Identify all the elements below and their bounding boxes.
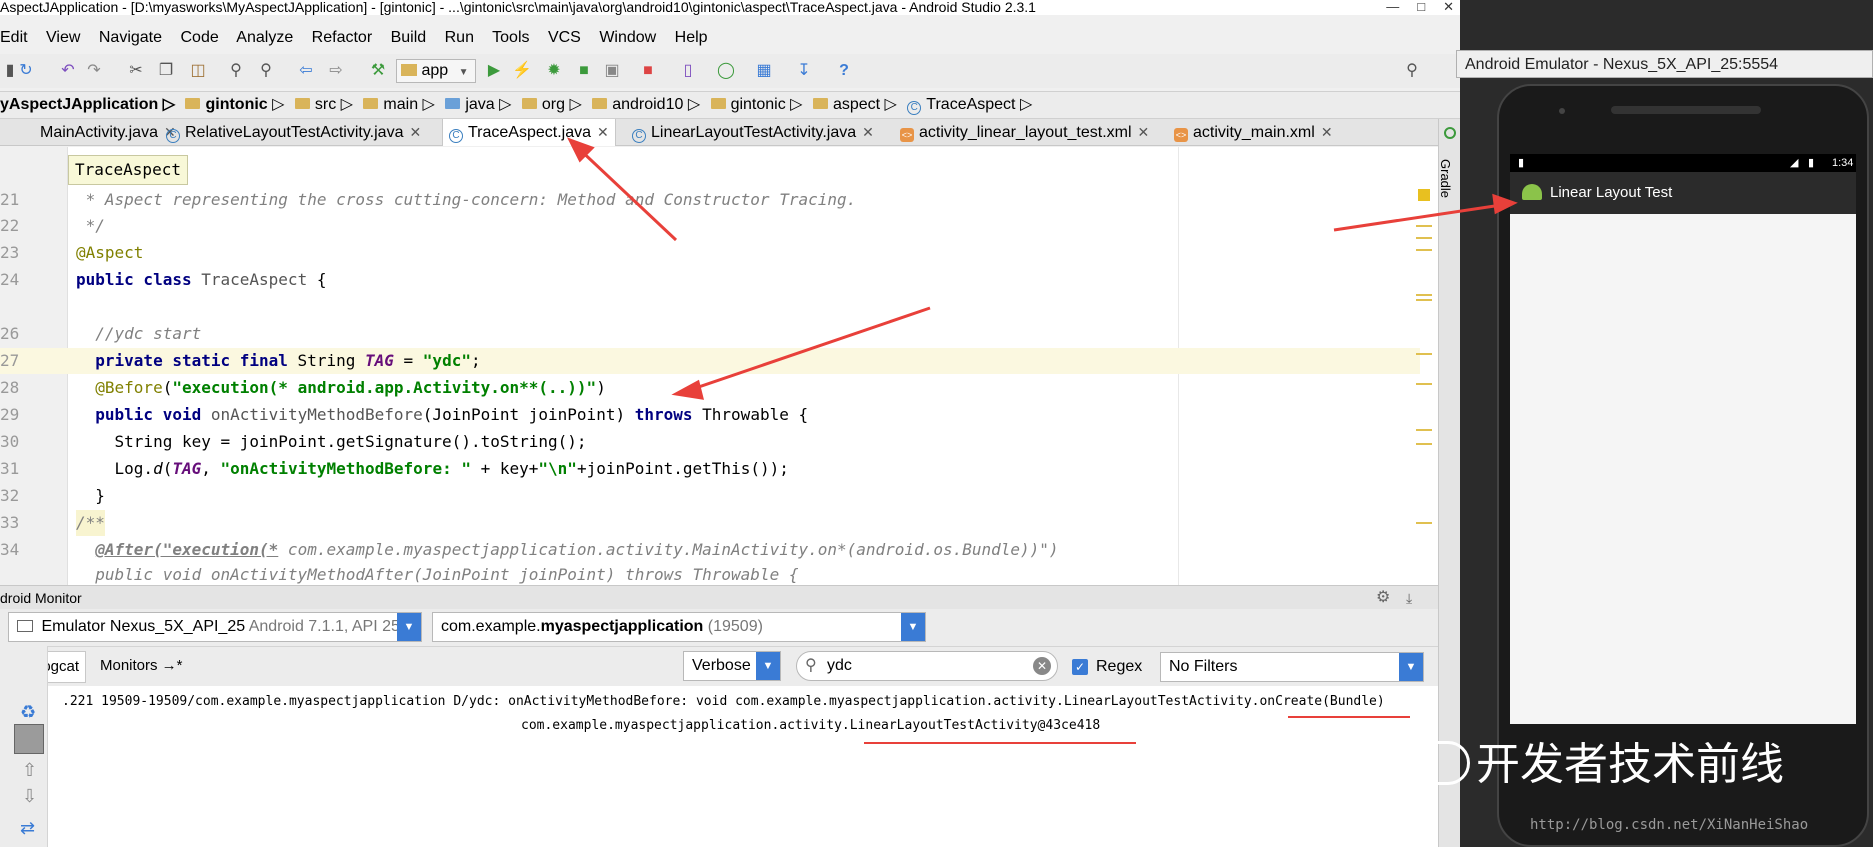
annotation-arrows	[566, 137, 1518, 400]
arrow-to-before	[683, 306, 931, 394]
arrow-to-emulator	[1333, 202, 1509, 232]
arrow-to-tab	[574, 144, 678, 242]
annotation-arrow	[566, 137, 1518, 400]
wechat-icon	[1410, 741, 1470, 785]
watermark-text: 开发者技术前线	[1410, 728, 1784, 792]
arrow-head	[671, 379, 705, 400]
watermark-url: http://blog.csdn.net/XiNanHeiShao	[1530, 817, 1809, 833]
arrow-head	[1492, 193, 1518, 215]
